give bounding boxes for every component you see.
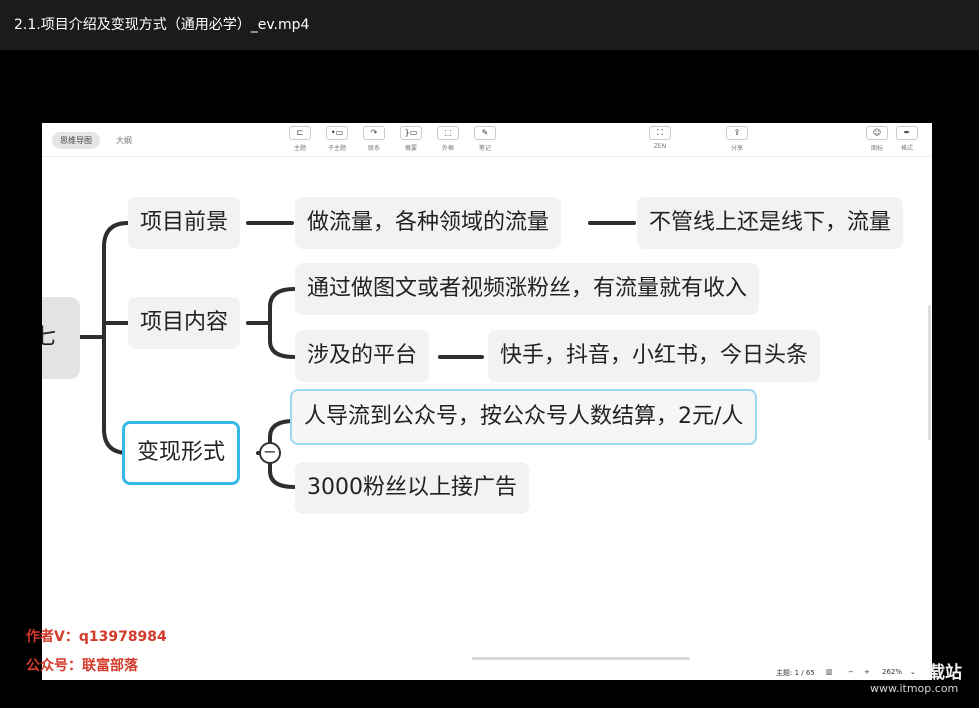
note-button[interactable]: ✎ 笔记	[470, 126, 500, 152]
share-icon: ⇪	[726, 126, 748, 140]
author-watermark: 作者V：q13978984	[26, 629, 167, 645]
summary-icon: }▭	[400, 126, 422, 140]
account-watermark: 公众号：联富部落	[26, 658, 138, 674]
node-project-content[interactable]: 项目内容	[128, 297, 241, 349]
node-ads[interactable]: 3000粉丝以上接广告	[295, 462, 529, 514]
zoom-out-icon[interactable]: −	[848, 668, 854, 676]
zoom-dropdown-icon[interactable]: ⌄	[910, 668, 916, 676]
link-icon: ↷	[363, 126, 385, 140]
zoom-in-icon[interactable]: +	[864, 668, 870, 676]
zen-button[interactable]: ⛶ ZEN	[645, 126, 675, 150]
video-title: 2.1.项目介绍及变现方式（通用必学）_ev.mp4	[0, 0, 979, 50]
summary-button[interactable]: }▭ 概要	[396, 126, 426, 152]
site-watermark-url: www.itmop.com	[870, 682, 959, 695]
node-project-prospect[interactable]: 项目前景	[128, 197, 241, 249]
app-toolbar: 思维导图 大纲 ⊏ 主题 •▭ 子主题 ↷ 联系 }▭ 概要 ⬚ 外框 ✎ 笔记…	[42, 123, 932, 157]
site-watermark-title: 载站	[928, 663, 962, 683]
node-online-offline[interactable]: 不管线上还是线下，流量	[637, 197, 904, 249]
node-traffic[interactable]: 做流量，各种领域的流量	[295, 197, 562, 249]
icon-panel-button[interactable]: ☺ 图标	[862, 126, 892, 152]
format-button[interactable]: ✒ 格式	[892, 126, 922, 152]
boundary-button[interactable]: ⬚ 外框	[433, 126, 463, 152]
node-wechat-account[interactable]: 人导流到公众号，按公众号人数结算，2元/人	[290, 389, 758, 445]
vertical-scrollbar[interactable]	[928, 305, 931, 440]
tab-outline[interactable]: 大纲	[108, 132, 140, 149]
link-button[interactable]: ↷ 联系	[359, 126, 389, 152]
node-platforms[interactable]: 涉及的平台	[295, 330, 430, 382]
tab-mindmap[interactable]: 思维导图	[52, 132, 100, 149]
note-icon: ✎	[474, 126, 496, 140]
subtopic-icon: •▭	[326, 126, 348, 140]
root-node[interactable]: 七	[42, 297, 80, 379]
zoom-level[interactable]: 262%	[882, 668, 902, 676]
topic-button[interactable]: ⊏ 主题	[285, 126, 315, 152]
topic-count: 主题: 1 / 65	[776, 669, 815, 677]
horizontal-scrollbar[interactable]	[472, 657, 690, 660]
mindmap-app: 思维导图 大纲 ⊏ 主题 •▭ 子主题 ↷ 联系 }▭ 概要 ⬚ 外框 ✎ 笔记…	[42, 123, 932, 680]
zen-icon: ⛶	[649, 126, 671, 140]
node-graphic-video[interactable]: 通过做图文或者视频涨粉丝，有流量就有收入	[295, 263, 760, 315]
node-monetization[interactable]: 变现形式	[122, 421, 241, 485]
outline-view-icon[interactable]: ▥	[826, 668, 833, 676]
status-bar: 主题: 1 / 65 ▥ − + 262% ⌄	[42, 651, 932, 680]
share-button[interactable]: ⇪ 分享	[722, 126, 752, 152]
mindmap-canvas[interactable]: 七 项目前景 做流量，各种领域的流量 不管线上还是线下，流量 项目内容 通过做图…	[42, 157, 932, 647]
smiley-icon: ☺	[866, 126, 888, 140]
boundary-icon: ⬚	[437, 126, 459, 140]
subtopic-button[interactable]: •▭ 子主题	[322, 126, 352, 152]
collapse-toggle[interactable]: −	[259, 442, 281, 464]
topic-icon: ⊏	[289, 126, 311, 140]
node-platform-list[interactable]: 快手，抖音，小红书，今日头条	[488, 330, 821, 382]
format-icon: ✒	[896, 126, 918, 140]
